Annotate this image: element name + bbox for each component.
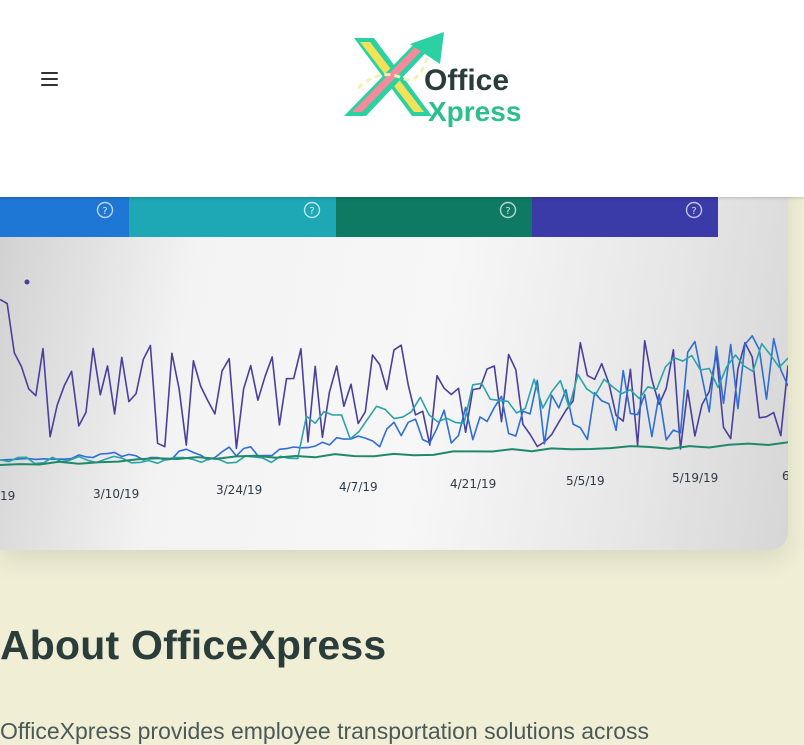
analytics-chart-photo: ???? 19 3/10/19 3/24/19 4/7/19 4/21/19 5/5/19… [0, 150, 788, 503]
x-tick-label: 3/24/19 [216, 483, 262, 497]
chart-lines [0, 279, 788, 466]
logo-word-xpress: Xpress [428, 96, 521, 127]
chart-series-line [0, 335, 788, 461]
chart-x-axis: 19 3/10/19 3/24/19 4/7/19 4/21/19 5/5/19 5/19/… [0, 469, 788, 503]
about-heading: About OfficeXpress [0, 622, 387, 668]
officexpress-logo[interactable]: Office Xpress [340, 28, 526, 128]
hero-image: ???? 19 3/10/19 3/24/19 4/7/19 4/21/19 5/5/19… [0, 150, 788, 550]
svg-text:?: ? [691, 206, 696, 217]
x-tick-label: 4/7/19 [339, 480, 378, 494]
about-intro-text: OfficeXpress provides employee transport… [0, 718, 650, 744]
logo-word-office: Office [424, 64, 509, 97]
site-header: Office Xpress [0, 0, 804, 197]
hamburger-menu-icon[interactable] [34, 64, 64, 94]
x-tick-label: 6 [782, 469, 788, 483]
chart-point [24, 279, 30, 285]
x-tick-label: 3/10/19 [93, 487, 139, 501]
x-tick-label: 5/5/19 [566, 474, 605, 488]
x-tick-label: 5/19/19 [672, 471, 718, 485]
svg-text:?: ? [505, 206, 510, 217]
x-tick-label: 19 [0, 489, 15, 503]
chart-series-line [0, 298, 788, 450]
svg-text:?: ? [309, 206, 314, 217]
chart-series-line [0, 342, 788, 465]
svg-text:?: ? [102, 206, 107, 217]
x-tick-label: 4/21/19 [450, 477, 496, 491]
